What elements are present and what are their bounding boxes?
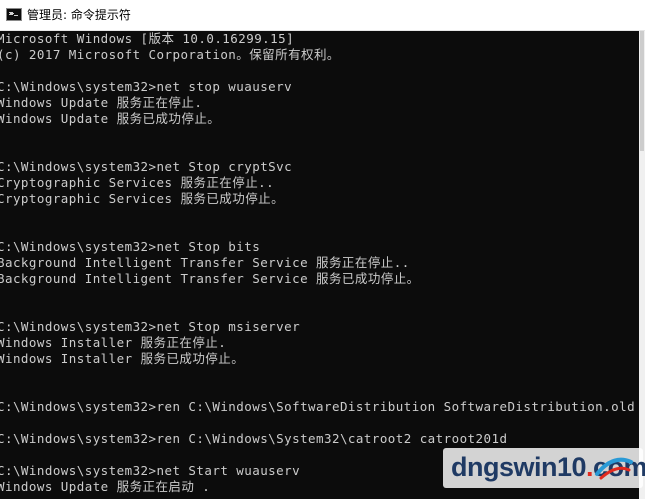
- console-line: C:\Windows\system32>ren C:\Windows\Syste…: [0, 431, 508, 446]
- console-line: Cryptographic Services 服务正在停止..: [0, 175, 275, 190]
- site-watermark: dngswin10.com: [443, 448, 645, 488]
- console-output[interactable]: Microsoft Windows [版本 10.0.16299.15] (c)…: [0, 31, 645, 499]
- console-line: Windows Update 服务正在停止.: [0, 95, 203, 110]
- window-title: 管理员: 命令提示符: [27, 8, 131, 22]
- console-line: Windows Update 服务正在启动 .: [0, 479, 211, 494]
- console-line: Background Intelligent Transfer Service …: [0, 255, 410, 270]
- watermark-dot: .: [586, 452, 594, 482]
- console-line: Windows Installer 服务已成功停止。: [0, 351, 245, 366]
- watermark-prefix: dngswin10: [451, 452, 587, 482]
- console-line: Background Intelligent Transfer Service …: [0, 271, 420, 286]
- console-line: C:\Windows\system32>net Stop msiserver: [0, 319, 301, 334]
- console-line: Microsoft Windows [版本 10.0.16299.15]: [0, 31, 295, 46]
- console-line: C:\Windows\system32>net stop wuauserv: [0, 79, 293, 94]
- console-line: (c) 2017 Microsoft Corporation。保留所有权利。: [0, 47, 340, 62]
- cmd-icon: [6, 8, 22, 21]
- console-line: C:\Windows\system32>ren C:\Windows\Softw…: [0, 399, 636, 414]
- console-line: C:\Windows\system32>net Stop cryptSvc: [0, 159, 293, 174]
- scrollbar-thumb[interactable]: [640, 31, 644, 151]
- console-line: C:\Windows\system32>net Stop bits: [0, 239, 261, 254]
- console-line: Windows Update 服务已成功停止。: [0, 111, 221, 126]
- vertical-scrollbar[interactable]: [639, 31, 645, 499]
- console-line: Cryptographic Services 服务已成功停止。: [0, 191, 285, 206]
- swirl-logo-icon: [595, 457, 633, 480]
- console-line: C:\Windows\system32>net Start wuauserv: [0, 463, 301, 478]
- console-line: Windows Installer 服务正在停止.: [0, 335, 227, 350]
- title-bar[interactable]: 管理员: 命令提示符: [0, 0, 645, 31]
